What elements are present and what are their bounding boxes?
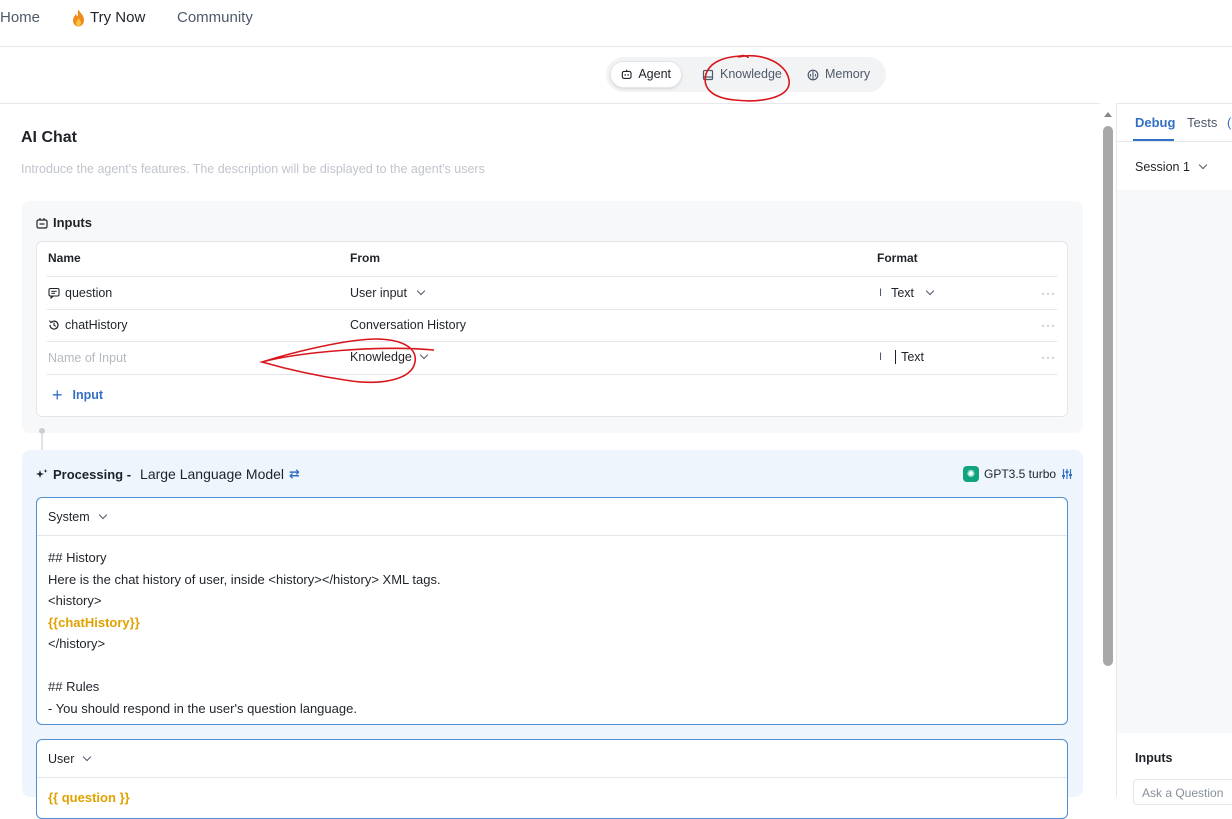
new-input-name-field[interactable]: Name of Input	[48, 351, 127, 365]
openai-icon: ✺	[963, 466, 979, 482]
chevron-down-icon	[416, 286, 426, 296]
ask-question-input[interactable]: Ask a Question	[1133, 779, 1232, 805]
text-caret	[895, 350, 897, 364]
add-input-label: Input	[72, 388, 104, 402]
brain-icon	[807, 69, 819, 80]
prompt-line: <history>	[48, 593, 102, 608]
book-icon	[702, 69, 714, 80]
mode-agent-tab[interactable]: Agent	[610, 61, 682, 88]
settings-sliders-icon[interactable]	[1061, 468, 1073, 480]
user-role-label: User	[48, 752, 75, 766]
row-divider	[47, 276, 1057, 277]
scroll-up-arrow-icon[interactable]	[1104, 112, 1112, 117]
row-more-button[interactable]: ···	[1041, 286, 1056, 300]
system-prompt-editor[interactable]: System ## History Here is the chat histor…	[36, 497, 1068, 725]
input-from-select[interactable]: User input	[350, 286, 426, 300]
system-prompt-header: System	[37, 498, 1067, 536]
chevron-down-icon	[419, 350, 429, 360]
message-icon	[48, 287, 60, 299]
inputs-icon	[36, 217, 48, 229]
mode-knowledge-label: Knowledge	[720, 67, 782, 81]
row-divider	[47, 341, 1057, 342]
input-from-select[interactable]: Knowledge	[350, 350, 429, 364]
top-nav: Home Try Now Community	[0, 0, 1232, 47]
sparkle-icon	[36, 469, 48, 478]
system-prompt-text[interactable]: ## History Here is the chat history of us…	[48, 547, 441, 719]
processing-heading: Processing - Large Language Model ⇄	[36, 466, 300, 482]
mode-memory-tab[interactable]: Memory	[797, 61, 880, 88]
chevron-down-icon	[1198, 160, 1208, 170]
input-from-value: Conversation History	[350, 318, 467, 332]
text-cursor-icon: I	[879, 351, 883, 363]
input-name-chathistory[interactable]: chatHistory	[48, 318, 128, 332]
nav-home-link[interactable]: Home	[0, 9, 40, 27]
nav-try-now-label: Try Now	[90, 9, 146, 26]
inputs-table	[36, 241, 1068, 417]
input-from-value: Knowledge	[350, 350, 412, 364]
prompt-line: Here is the chat history of user, inside…	[48, 571, 441, 587]
tab-tests[interactable]: Tests	[1187, 115, 1217, 130]
tab-debug[interactable]: Debug	[1135, 115, 1175, 130]
user-role-select[interactable]: User	[48, 752, 92, 766]
mode-switch: Agent Knowledge Memory	[606, 57, 886, 92]
prompt-variable: {{chatHistory}}	[48, 614, 140, 630]
chevron-down-icon	[83, 752, 92, 762]
robot-icon	[621, 69, 632, 79]
nav-community-link[interactable]: Community	[177, 9, 253, 27]
prompt-line	[48, 655, 441, 677]
add-input-button[interactable]: + Input	[52, 385, 104, 405]
debug-inputs-heading: Inputs	[1135, 751, 1173, 765]
prompt-variable[interactable]: {{ question }}	[48, 790, 130, 805]
input-name-question[interactable]: question	[48, 286, 112, 300]
tab-divider	[1117, 141, 1232, 142]
model-name: GPT3.5 turbo	[984, 467, 1057, 481]
user-prompt-header: User	[37, 740, 1067, 778]
prompt-line: </history>	[48, 636, 106, 651]
text-cursor-icon: I	[879, 287, 883, 299]
agent-title[interactable]: AI Chat	[21, 129, 77, 147]
inputs-heading-label: Inputs	[53, 215, 92, 230]
input-format-value: Text	[901, 350, 924, 364]
row-more-button[interactable]: ···	[1041, 350, 1056, 364]
row-more-button[interactable]: ···	[1041, 318, 1056, 332]
input-format-value: Text	[891, 286, 914, 300]
column-header-format: Format	[877, 251, 918, 265]
model-selector[interactable]: ✺ GPT3.5 turbo	[963, 466, 1073, 482]
chevron-down-icon	[98, 510, 107, 520]
prompt-line: - You should respond in the user's quest…	[48, 700, 357, 716]
plus-icon: +	[52, 385, 63, 405]
inputs-heading: Inputs	[36, 215, 92, 230]
input-name-label: question	[65, 286, 113, 300]
column-header-name: Name	[48, 251, 81, 265]
fire-icon	[73, 9, 84, 27]
editor-scrollbar[interactable]	[1103, 112, 1113, 797]
row-divider	[47, 374, 1057, 375]
mode-knowledge-tab[interactable]: Knowledge	[692, 61, 792, 88]
tab-overflow-icon[interactable]: (	[1227, 115, 1231, 130]
swap-icon[interactable]: ⇄	[289, 466, 300, 482]
processing-label: Processing -	[53, 466, 132, 482]
input-format-select[interactable]: I Text	[879, 286, 935, 300]
scrollbar-thumb[interactable]	[1103, 126, 1113, 666]
input-name-label: chatHistory	[65, 318, 128, 332]
session-label: Session 1	[1135, 160, 1190, 174]
input-format-select[interactable]: I Text	[879, 350, 924, 364]
history-icon	[49, 320, 59, 330]
column-header-from: From	[350, 251, 380, 265]
nav-try-now-link[interactable]: Try Now	[71, 9, 145, 27]
mode-memory-label: Memory	[825, 67, 871, 81]
system-role-select[interactable]: System	[48, 510, 107, 524]
processing-model-kind: Large Language Model	[140, 466, 285, 482]
chat-area	[1117, 190, 1232, 733]
prompt-line: ## History	[48, 550, 107, 565]
row-divider	[47, 309, 1057, 310]
chevron-down-icon	[925, 286, 935, 296]
system-role-label: System	[48, 510, 90, 524]
agent-description-input[interactable]: Introduce the agent's features. The desc…	[21, 162, 485, 176]
user-prompt-editor[interactable]: User {{ question }}	[36, 739, 1068, 819]
prompt-line: ## Rules	[48, 679, 100, 694]
mode-agent-label: Agent	[638, 67, 671, 81]
input-from-value: User input	[350, 286, 407, 300]
session-select[interactable]: Session 1	[1135, 160, 1208, 174]
